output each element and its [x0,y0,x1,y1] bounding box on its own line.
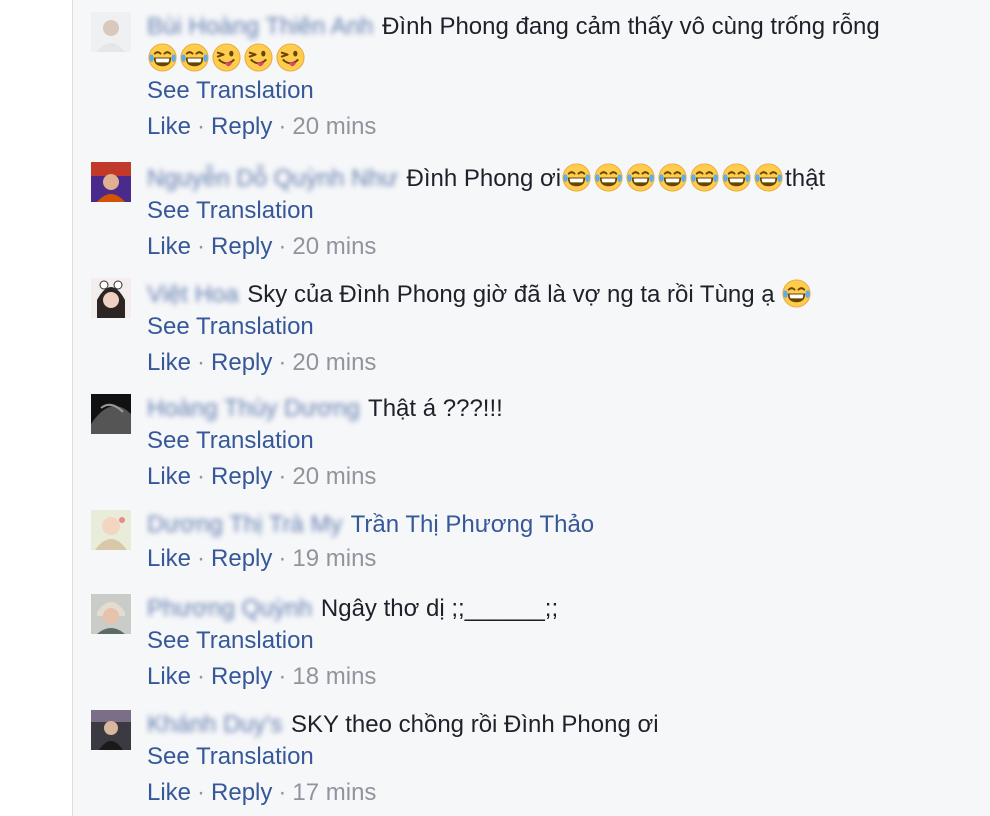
separator: · [197,349,206,376]
avatar[interactable] [91,278,131,318]
separator: · [278,233,287,260]
reply-link[interactable]: Reply [211,463,272,490]
see-translation-link[interactable]: See Translation [147,626,970,656]
joy-emoji-icon [625,162,656,193]
comment-timestamp[interactable]: 19 mins [292,545,376,572]
separator: · [197,463,206,490]
comment-timestamp[interactable]: 20 mins [292,233,376,260]
wink-tongue-emoji-icon [275,42,306,73]
comment-text: Đình Phong đang cảm thấy vô cùng trống r… [382,13,880,40]
reply-link[interactable]: Reply [211,113,272,140]
comment-timestamp[interactable]: 20 mins [292,463,376,490]
comment-author[interactable]: Nguyễn Dỗ Quỳnh Như [147,165,398,192]
comment-text-after: thật [785,165,826,192]
comment-timestamp[interactable]: 20 mins [292,113,376,140]
like-link[interactable]: Like [147,463,191,490]
separator: · [278,663,287,690]
separator: · [197,779,206,806]
joy-emoji-icon [721,162,752,193]
comment-text: Đình Phong ơi [406,165,562,192]
joy-emoji-icon [753,162,784,193]
comment-text: Ngây thơ dị ;;______;; [320,595,559,622]
joy-emoji-icon [781,278,812,309]
emoji-row [147,42,970,74]
see-translation-link[interactable]: See Translation [147,76,970,106]
reply-link[interactable]: Reply [211,545,272,572]
joy-emoji-icon [593,162,624,193]
separator: · [197,233,206,260]
comment-author[interactable]: Khánh Duy's [147,711,282,738]
tagged-user-link[interactable]: Trần Thị Phương Thảo [351,511,595,538]
comment-author[interactable]: Dương Thị Trà My [147,511,342,538]
like-link[interactable]: Like [147,233,191,260]
avatar[interactable] [91,162,131,202]
joy-emoji-icon [561,162,592,193]
avatar[interactable] [91,594,131,634]
see-translation-link[interactable]: See Translation [147,426,970,456]
comment-author[interactable]: Việt Hoa [147,281,239,308]
see-translation-link[interactable]: See Translation [147,196,970,226]
comment-text: Sky của Đình Phong giờ đã là vợ ng ta rồ… [247,281,775,308]
comment-text: Thật á ???!!! [368,395,503,422]
comment-author[interactable]: Hoàng Thùy Dương [147,395,360,422]
comment-author[interactable]: Bùi Hoàng Thiên Anh [147,13,373,40]
reply-link[interactable]: Reply [211,663,272,690]
separator: · [197,113,206,140]
comment-timestamp[interactable]: 18 mins [292,663,376,690]
like-link[interactable]: Like [147,779,191,806]
comment-timestamp[interactable]: 17 mins [292,779,376,806]
comment-timestamp[interactable]: 20 mins [292,349,376,376]
separator: · [197,663,206,690]
avatar[interactable] [91,394,131,434]
comment-author[interactable]: Phương Quỳnh [147,595,312,622]
separator: · [278,113,287,140]
reply-link[interactable]: Reply [211,349,272,376]
like-link[interactable]: Like [147,545,191,572]
separator: · [197,545,206,572]
joy-emoji-icon [147,42,178,73]
separator: · [278,779,287,806]
reply-link[interactable]: Reply [211,779,272,806]
like-link[interactable]: Like [147,663,191,690]
comment-text: SKY theo chồng rồi Đình Phong ơi [291,711,659,738]
separator: · [278,349,287,376]
wink-tongue-emoji-icon [243,42,274,73]
separator: · [278,463,287,490]
reply-link[interactable]: Reply [211,233,272,260]
joy-emoji-icon [179,42,210,73]
wink-tongue-emoji-icon [211,42,242,73]
separator: · [278,545,287,572]
joy-emoji-icon [657,162,688,193]
see-translation-link[interactable]: See Translation [147,742,970,772]
like-link[interactable]: Like [147,349,191,376]
avatar[interactable] [91,12,131,52]
avatar[interactable] [91,510,131,550]
like-link[interactable]: Like [147,113,191,140]
see-translation-link[interactable]: See Translation [147,312,970,342]
avatar[interactable] [91,710,131,750]
joy-emoji-icon [689,162,720,193]
